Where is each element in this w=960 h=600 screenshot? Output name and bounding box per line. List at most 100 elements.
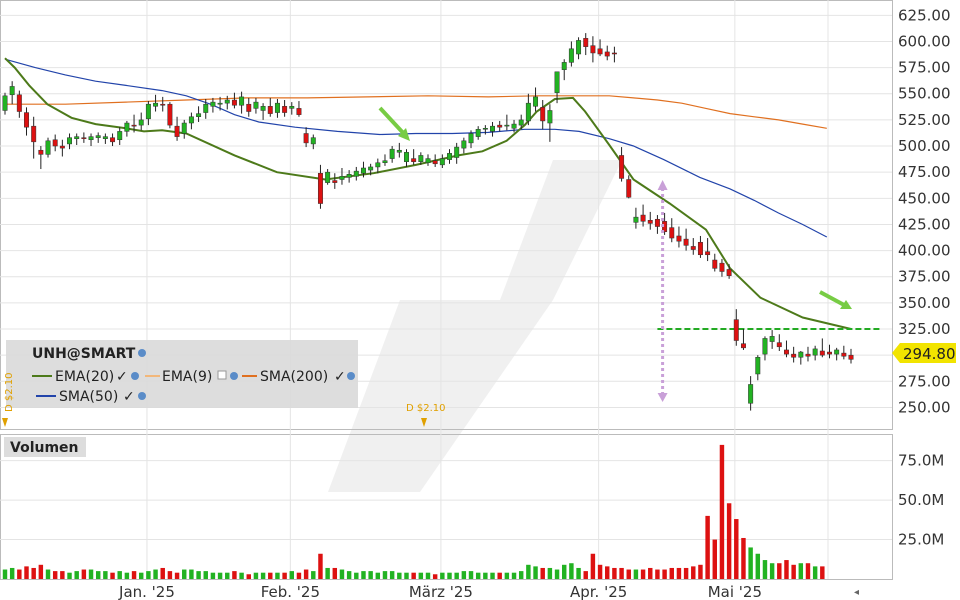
sma200-visible-check-icon[interactable]: ✓ — [334, 369, 346, 385]
volume-bar — [131, 571, 137, 579]
candle-body — [540, 107, 546, 122]
volume-bar — [561, 564, 567, 579]
volume-bar — [404, 572, 409, 579]
volume-bar — [576, 567, 581, 579]
volume-bar — [762, 560, 768, 579]
volume-bar — [138, 572, 144, 579]
candle-body — [102, 136, 108, 139]
volume-bar — [569, 563, 574, 579]
candle-body — [755, 357, 761, 375]
candle-body — [2, 95, 8, 111]
price-tick-label: 450.00 — [898, 189, 951, 207]
candle-body — [533, 96, 539, 107]
volume-bar — [354, 572, 359, 579]
volume-bar — [511, 572, 517, 579]
symbol-label: UNH@SMART — [32, 346, 136, 362]
volume-bar — [748, 547, 753, 579]
candle-body — [525, 102, 531, 122]
price-tick-label: 425.00 — [898, 215, 951, 233]
candle-body — [475, 129, 481, 137]
candle-body — [95, 135, 101, 138]
volume-bar — [88, 569, 94, 579]
candle-body — [848, 354, 854, 360]
volume-bar — [60, 571, 65, 579]
last-price-tag: 294.80 — [892, 343, 956, 363]
volume-bar — [590, 553, 596, 579]
volume-bar — [196, 571, 201, 579]
candle-body — [647, 220, 653, 224]
volume-bar — [203, 571, 208, 579]
volume-bar — [217, 572, 223, 579]
volume-bar — [483, 572, 488, 579]
volume-bar — [332, 567, 338, 579]
volume-bar — [146, 571, 151, 579]
ema9-settings-icon[interactable] — [230, 372, 238, 380]
sma200-settings-icon[interactable] — [347, 372, 355, 380]
price-tick-label: 275.00 — [898, 372, 951, 390]
volume-bar — [619, 567, 624, 579]
volume-bar — [454, 572, 459, 579]
candle-body — [160, 103, 166, 106]
legend-sma200: SMA(200) — [260, 369, 328, 385]
candle-body — [361, 167, 366, 174]
candle-body — [568, 48, 574, 63]
candle-body — [117, 131, 123, 141]
candle-body — [396, 149, 402, 153]
volume-bar — [67, 572, 72, 579]
volume-bar — [9, 567, 15, 579]
volume-bar — [225, 572, 230, 579]
candle-body — [167, 103, 173, 126]
volume-bar — [339, 569, 345, 579]
candle-body — [174, 125, 180, 137]
candle-body — [561, 62, 567, 70]
candle-body — [267, 106, 273, 114]
volume-bar — [95, 571, 101, 579]
candle-body — [583, 38, 589, 47]
volume-bar — [755, 553, 761, 579]
candle-body — [604, 51, 610, 57]
scroll-right-icon[interactable]: ◂ — [854, 587, 859, 598]
candle-body — [52, 139, 58, 147]
candle-body — [303, 133, 309, 144]
volume-bar — [160, 567, 165, 579]
candle-body — [74, 136, 80, 139]
volume-bar — [741, 537, 746, 579]
volume-bar — [691, 566, 696, 579]
ema20-visible-check-icon[interactable]: ✓ — [116, 369, 128, 385]
candle-body — [791, 353, 797, 358]
candle-body — [518, 119, 524, 126]
volume-bar — [640, 569, 646, 579]
candle-body — [131, 124, 137, 127]
ema20-line — [4, 57, 852, 330]
candle-body — [805, 353, 811, 357]
candle-body — [439, 158, 445, 166]
volume-bar — [734, 519, 739, 579]
symbol-settings-icon[interactable] — [138, 349, 146, 357]
volume-title-box: Volumen — [4, 437, 86, 457]
candle-body — [432, 160, 438, 165]
volume-bar — [24, 566, 29, 579]
price-tick-label: 625.00 — [898, 6, 951, 24]
ema20-settings-icon[interactable] — [131, 372, 139, 380]
candle-body — [310, 137, 316, 145]
volume-bar — [533, 566, 538, 579]
volume-bar — [246, 574, 251, 579]
candle-body — [274, 102, 280, 113]
volume-bar — [440, 572, 445, 579]
candle-body — [88, 136, 94, 141]
sma50-visible-check-icon[interactable]: ✓ — [123, 389, 135, 405]
measure-arrow-up — [657, 180, 668, 190]
candle-body — [231, 99, 237, 106]
legend-ema20: EMA(20) — [55, 369, 114, 385]
dividend-marker-1[interactable]: D $2.10 — [2, 372, 15, 427]
candle-body — [733, 319, 739, 341]
candle-body — [81, 137, 87, 139]
volume-bar — [289, 571, 295, 579]
ema9-visible-checkbox[interactable] — [217, 370, 227, 380]
price-tick-label: 600.00 — [898, 32, 951, 50]
candle-body — [346, 174, 352, 178]
candle-body — [454, 146, 460, 158]
sma50-settings-icon[interactable] — [138, 392, 146, 400]
volume-bar — [253, 572, 259, 579]
candle-body — [640, 214, 646, 222]
